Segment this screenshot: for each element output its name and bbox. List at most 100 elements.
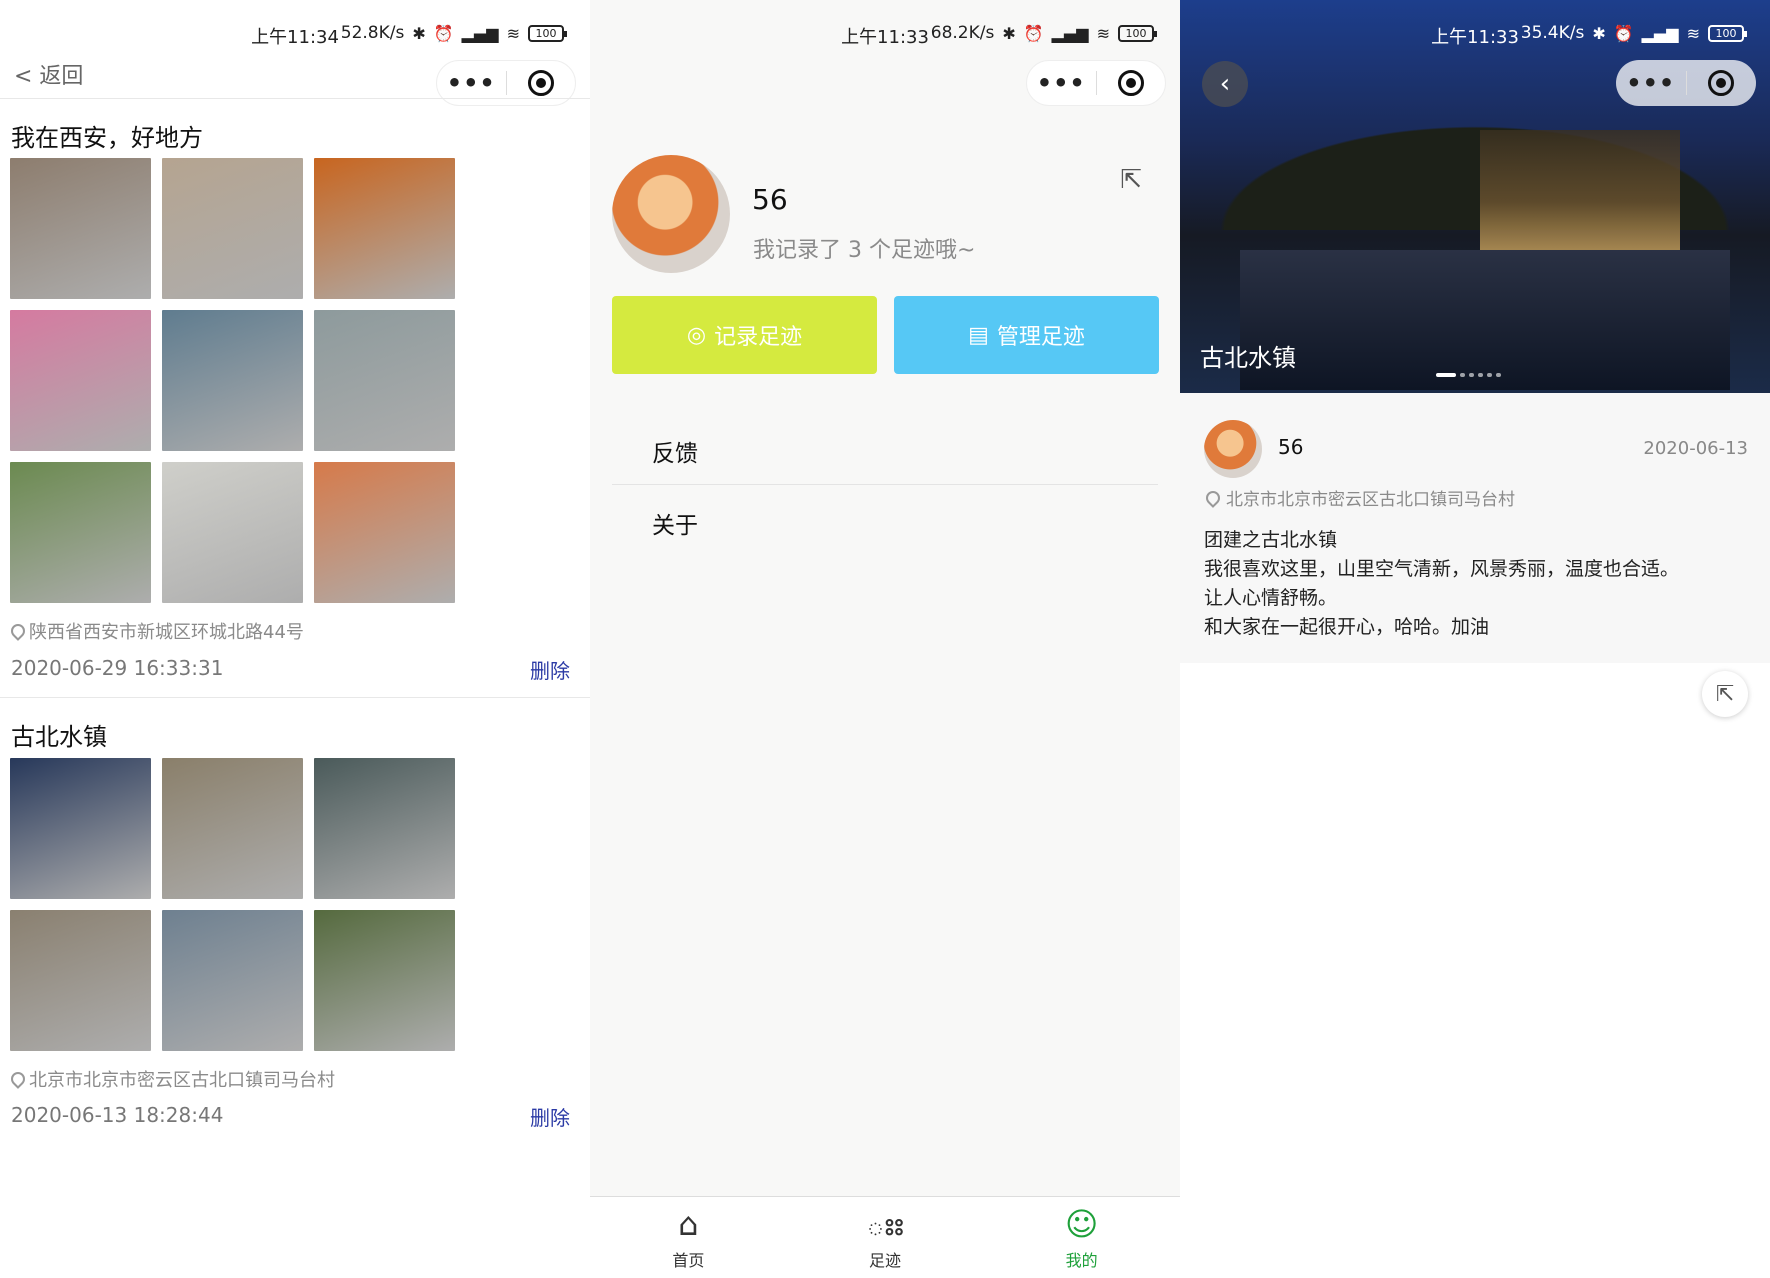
share-icon[interactable]: ⇱ [1120, 165, 1142, 195]
photo-thumbnail[interactable] [10, 758, 151, 899]
tab-mine[interactable]: ☺ 我的 [983, 1197, 1180, 1278]
photo-thumbnail[interactable] [314, 910, 455, 1051]
divider [0, 98, 590, 99]
carousel-dot [1460, 373, 1465, 377]
author-name: 56 [1278, 435, 1304, 459]
post-datetime: 2020-06-29 16:33:31 [11, 656, 224, 680]
tab-footprint[interactable]: ఃః 足迹 [787, 1197, 984, 1278]
photo-thumbnail[interactable] [162, 158, 303, 299]
target-icon[interactable] [1687, 70, 1757, 96]
post-date: 2020-06-13 [1643, 438, 1748, 459]
post-datetime: 2020-06-13 18:28:44 [11, 1103, 224, 1127]
carousel-indicator [1436, 373, 1501, 377]
wifi-icon: ≋ [506, 23, 520, 43]
avatar [1204, 420, 1262, 478]
wifi-icon: ≋ [1096, 23, 1110, 43]
post-title: 我在西安，好地方 [11, 124, 203, 152]
photo-carousel[interactable]: 古北水镇 [1180, 0, 1770, 393]
menu-capsule: ••• [436, 60, 576, 106]
photo-thumbnail[interactable] [162, 758, 303, 899]
status-bar: 上午11:33 35.4K/s ✱ ⏰ ▂▄▆ ≋ 100 [1180, 20, 1770, 50]
manage-footprint-button[interactable]: ▤ 管理足迹 [894, 296, 1159, 374]
bluetooth-icon: ✱ [1002, 23, 1016, 43]
back-button[interactable]: ‹ [1202, 61, 1248, 107]
chevron-left-icon: ‹ [1219, 69, 1231, 99]
post-title: 古北水镇 [11, 723, 107, 751]
alarm-icon: ⏰ [433, 23, 454, 43]
battery-icon: 100 [1708, 24, 1747, 42]
post-location: 陕西省西安市新城区环城北路44号 [8, 618, 304, 644]
carousel-dot [1478, 373, 1483, 377]
photo-thumbnail[interactable] [314, 310, 455, 451]
photo-thumbnail[interactable] [10, 910, 151, 1051]
carousel-dot [1496, 373, 1501, 377]
photo-thumbnail[interactable] [10, 158, 151, 299]
home-icon: ⌂ [678, 1205, 699, 1243]
carousel-dot [1436, 373, 1456, 377]
divider [0, 697, 590, 698]
banner-caption: 古北水镇 [1200, 344, 1296, 372]
signal-icon: ▂▄▆ [1641, 23, 1679, 43]
photo-thumbnail[interactable] [162, 462, 303, 603]
battery-icon: 100 [528, 24, 567, 42]
photo-grid [10, 158, 455, 603]
photo-thumbnail[interactable] [314, 158, 455, 299]
signal-icon: ▂▄▆ [1051, 23, 1089, 43]
record-footprint-button[interactable]: ◎ 记录足迹 [612, 296, 877, 374]
carousel-dot [1469, 373, 1474, 377]
network-speed: 52.8K/s [340, 23, 405, 43]
photo-thumbnail[interactable] [162, 310, 303, 451]
alarm-icon: ⏰ [1613, 23, 1634, 43]
avatar [612, 155, 730, 273]
carousel-dot [1487, 373, 1492, 377]
photo-thumbnail[interactable] [10, 310, 151, 451]
status-bar: 上午11:33 68.2K/s ✱ ⏰ ▂▄▆ ≋ 100 [590, 20, 1180, 50]
photo-thumbnail[interactable] [10, 462, 151, 603]
menu-item-about[interactable]: 关于 [652, 506, 698, 540]
bluetooth-icon: ✱ [1592, 23, 1606, 43]
manage-icon: ▤ [968, 322, 989, 348]
target-icon[interactable] [507, 70, 576, 96]
menu-capsule: ••• [1616, 60, 1756, 106]
more-dots-icon[interactable]: ••• [1616, 69, 1686, 97]
post-content: 团建之古北水镇 我很喜欢这里，山里空气清新，风景秀丽，温度也合适。 让人心情舒畅… [1204, 529, 1680, 638]
share-icon[interactable]: ⇱ [1702, 671, 1748, 717]
user-icon: ☺ [1065, 1205, 1099, 1243]
photo-grid [10, 758, 455, 1051]
profile-screen: 上午11:33 68.2K/s ✱ ⏰ ▂▄▆ ≋ 100 ••• 56 我记录… [590, 0, 1180, 1278]
delete-button[interactable]: 删除 [530, 655, 570, 684]
menu-capsule: ••• [1026, 60, 1166, 106]
footprint-count-text: 我记录了 3 个足迹哦~ [753, 238, 976, 263]
footprint-detail-screen: 古北水镇 上午11:33 35.4K/s ✱ ⏰ ▂▄▆ ≋ 100 ‹ •••… [1180, 0, 1770, 1278]
divider [612, 484, 1158, 485]
network-speed: 68.2K/s [930, 23, 995, 43]
footprint-list-screen: 上午11:34 52.8K/s ✱ ⏰ ▂▄▆ ≋ 100 < 返回 ••• 我… [0, 0, 590, 1278]
network-speed: 35.4K/s [1520, 23, 1585, 43]
location-pin-icon: ◎ [686, 322, 707, 348]
back-button[interactable]: < 返回 [14, 58, 83, 90]
signal-icon: ▂▄▆ [461, 23, 499, 43]
paw-icon: ఃః [866, 1205, 904, 1243]
more-dots-icon[interactable]: ••• [1027, 69, 1096, 97]
location-pin-icon [8, 1069, 28, 1089]
photo-thumbnail[interactable] [314, 462, 455, 603]
user-name: 56 [752, 183, 788, 216]
delete-button[interactable]: 删除 [530, 1102, 570, 1131]
status-bar: 上午11:34 52.8K/s ✱ ⏰ ▂▄▆ ≋ 100 [0, 20, 590, 50]
menu-item-feedback[interactable]: 反馈 [652, 434, 698, 468]
bluetooth-icon: ✱ [412, 23, 426, 43]
location-pin-icon [1203, 487, 1223, 508]
alarm-icon: ⏰ [1023, 23, 1044, 43]
location-pin-icon [8, 621, 28, 641]
post-location: 北京市北京市密云区古北口镇司马台村 [1203, 485, 1515, 510]
wifi-icon: ≋ [1686, 23, 1700, 43]
more-dots-icon[interactable]: ••• [437, 69, 506, 97]
battery-icon: 100 [1118, 24, 1157, 42]
tab-home[interactable]: ⌂ 首页 [590, 1197, 787, 1278]
tab-bar: ⌂ 首页 ఃః 足迹 ☺ 我的 [590, 1196, 1180, 1278]
target-icon[interactable] [1097, 70, 1166, 96]
photo-thumbnail[interactable] [314, 758, 455, 899]
photo-thumbnail[interactable] [162, 910, 303, 1051]
post-location: 北京市北京市密云区古北口镇司马台村 [8, 1066, 335, 1092]
post-detail-card: 56 2020-06-13 北京市北京市密云区古北口镇司马台村 团建之古北水镇 … [1180, 393, 1770, 663]
